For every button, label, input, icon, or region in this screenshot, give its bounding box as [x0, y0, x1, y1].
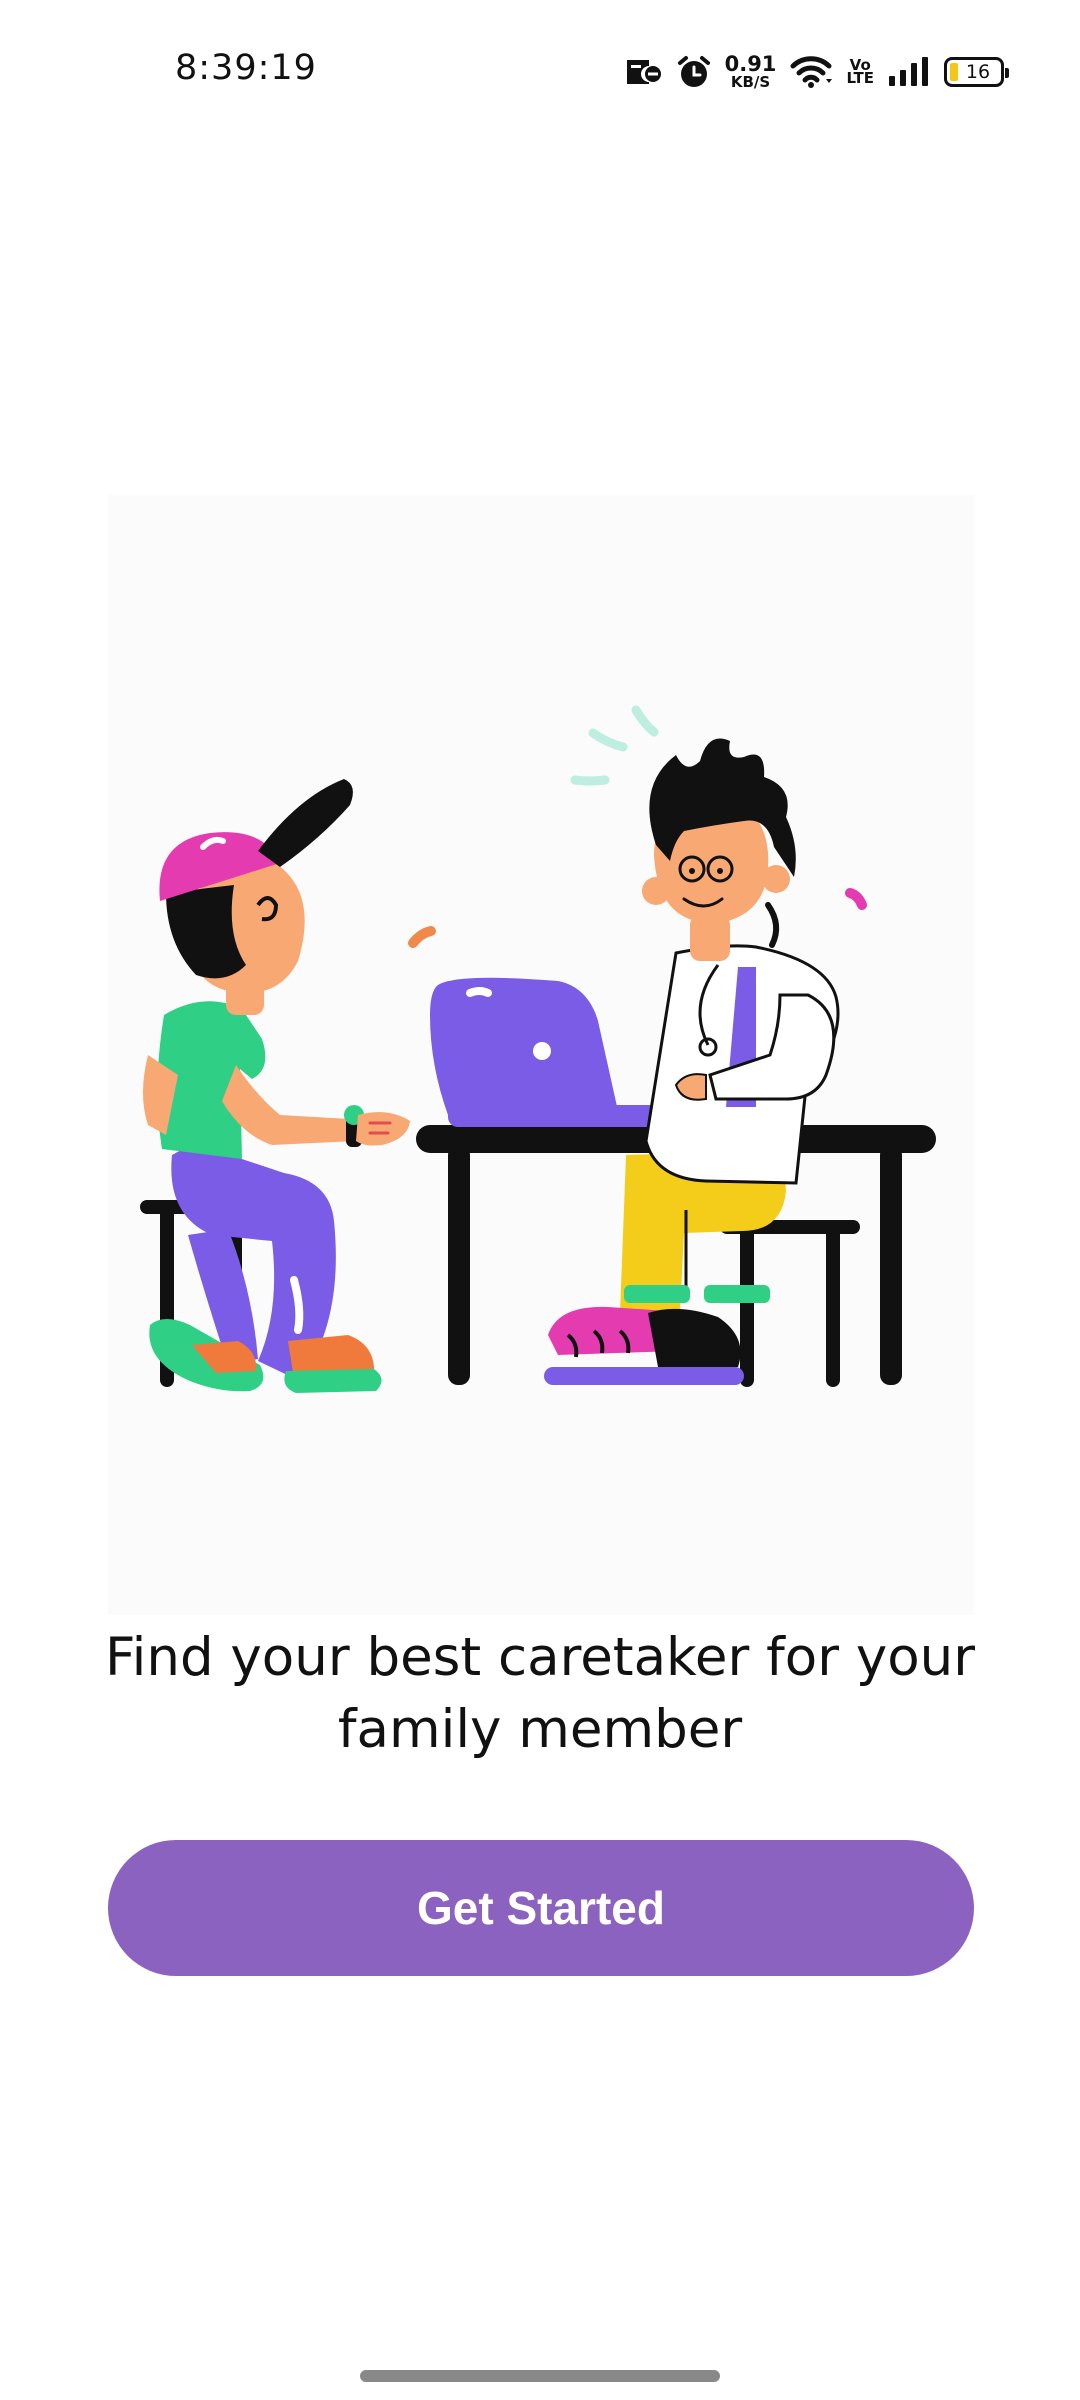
net-speed: 0.91 KB/S	[725, 54, 777, 90]
notification-icon	[625, 56, 663, 88]
illustration-art	[140, 705, 936, 1393]
wifi-icon	[790, 55, 833, 89]
battery-icon: 16	[944, 57, 1009, 87]
get-started-button[interactable]: Get Started	[108, 1840, 974, 1976]
home-indicator[interactable]	[360, 2370, 720, 2382]
net-speed-value: 0.91	[724, 52, 777, 76]
status-icons: 0.91 KB/S Vo LTE 16	[625, 44, 1009, 100]
signal-icon	[888, 56, 930, 88]
status-bar: 8:39:19 0.91 KB/S Vo LTE 16	[0, 0, 1080, 140]
caretaker-consultation-illustration	[108, 495, 974, 1615]
net-speed-unit: KB/S	[730, 73, 771, 91]
onboarding-tagline: Find your best caretaker for your family…	[90, 1622, 990, 1766]
volte-bottom: LTE	[846, 69, 874, 87]
tagline-line-1: Find your best caretaker for your	[105, 1627, 975, 1688]
battery-level: 16	[965, 61, 991, 83]
volte-indicator: Vo LTE	[846, 57, 874, 87]
tagline-line-2: family member	[337, 1699, 743, 1760]
alarm-icon	[677, 55, 711, 89]
status-time: 8:39:19	[175, 48, 317, 88]
